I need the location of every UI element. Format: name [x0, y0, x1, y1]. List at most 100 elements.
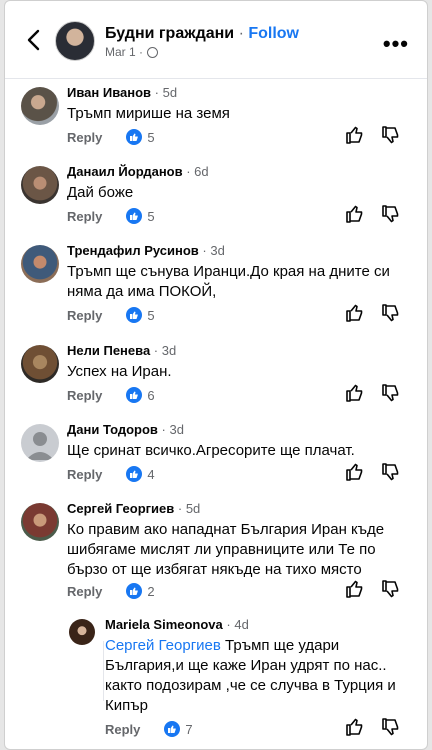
- comment-body: Иван Иванов · 5d Тръмп мирише на земя: [67, 85, 413, 124]
- reply-button[interactable]: Reply: [67, 308, 102, 323]
- reaction-count[interactable]: 2: [126, 583, 155, 599]
- like-icon: [126, 466, 143, 482]
- thumbs-down-icon[interactable]: [381, 383, 401, 403]
- like-icon: [126, 129, 143, 145]
- comment: Трендафил Русинов · 3d Тръмп ще сънува И…: [5, 243, 427, 335]
- comment-time[interactable]: · 5d: [174, 501, 200, 516]
- avatar[interactable]: [21, 166, 59, 204]
- comment-text: Сергей Георгиев Тръмп ще удари България,…: [105, 636, 413, 716]
- user-silhouette-icon: [26, 432, 54, 460]
- reply-button[interactable]: Reply: [67, 467, 102, 482]
- comment-body: Нели Пенева · 3d Успех на Иран.: [67, 343, 413, 382]
- comment-text: Ко правим ако нападнат България Иран къд…: [67, 521, 385, 578]
- avatar[interactable]: [69, 619, 95, 645]
- comment-text: Тръмп ще сънува Иранци.До края на дните …: [67, 263, 390, 300]
- thumbs-down-icon[interactable]: [381, 204, 401, 224]
- post-comments-screen: Будни граждани · Follow Mar 1 · ••• Иван…: [4, 0, 428, 750]
- comment-actions: Reply 2: [67, 579, 413, 601]
- comment-actions: Reply 4: [67, 462, 413, 484]
- comment-author[interactable]: Сергей Георгиев: [67, 501, 174, 516]
- reaction-count[interactable]: 5: [126, 307, 155, 323]
- like-icon: [164, 721, 181, 737]
- comment: Данаил Йорданов · 6d Дай боже Reply 5: [5, 164, 427, 234]
- back-button[interactable]: [23, 27, 47, 53]
- comment-time[interactable]: · 3d: [150, 343, 176, 358]
- thumbs-down-icon[interactable]: [381, 579, 401, 599]
- comment: Нели Пенева · 3d Успех на Иран. Reply 6: [5, 343, 427, 413]
- comment-author[interactable]: Иван Иванов: [67, 85, 151, 100]
- avatar[interactable]: [21, 245, 59, 283]
- comment-text: Ще сринат всичко.Агресорите ще плачат.: [67, 442, 355, 459]
- thumbs-down-icon[interactable]: [381, 125, 401, 145]
- reply-button[interactable]: Reply: [67, 584, 102, 599]
- like-count: 7: [185, 721, 193, 737]
- thumbs-down-icon[interactable]: [381, 717, 401, 737]
- thumbs-down-icon[interactable]: [381, 462, 401, 482]
- thumbs-up-icon[interactable]: [345, 579, 365, 599]
- comment-time[interactable]: · 3d: [158, 422, 184, 437]
- avatar[interactable]: [21, 503, 59, 541]
- post-meta: Mar 1 ·: [105, 45, 159, 59]
- comment-text: Тръмп мирише на земя: [67, 105, 230, 122]
- thumbs-up-icon[interactable]: [345, 303, 365, 323]
- comment-body: Дани Тодоров · 3d Ще сринат всичко.Агрес…: [67, 422, 413, 461]
- comment: Дани Тодоров · 3d Ще сринат всичко.Агрес…: [5, 422, 427, 492]
- comment-actions: Reply 5: [67, 125, 413, 147]
- comment-author[interactable]: Mariela Simeonova: [105, 617, 223, 632]
- more-options-button[interactable]: •••: [383, 31, 409, 57]
- title-separator: ·: [234, 25, 249, 42]
- comment-time[interactable]: · 6d: [183, 164, 208, 179]
- like-count: 4: [147, 466, 155, 482]
- reply-button[interactable]: Reply: [105, 722, 140, 737]
- like-icon: [126, 387, 143, 403]
- like-icon: [126, 208, 143, 224]
- comment: Иван Иванов · 5d Тръмп мирише на земя Re…: [5, 85, 427, 155]
- reaction-count[interactable]: 5: [126, 129, 155, 145]
- post-header: Будни граждани · Follow Mar 1 · •••: [5, 1, 427, 79]
- like-icon: [126, 583, 143, 599]
- follow-button[interactable]: Follow: [248, 25, 299, 42]
- comment-actions: Reply 5: [67, 204, 413, 226]
- default-avatar[interactable]: [21, 424, 59, 462]
- comment-time[interactable]: · 4d: [223, 617, 248, 632]
- reply-comment: Mariela Simeonova · 4d Сергей Георгиев Т…: [5, 617, 427, 747]
- like-count: 6: [147, 387, 155, 403]
- thumbs-up-icon[interactable]: [345, 717, 365, 737]
- reaction-count[interactable]: 6: [126, 387, 155, 403]
- comment-body: Сергей Георгиев · 5d Ко правим ако напад…: [67, 501, 413, 580]
- post-date[interactable]: Mar 1 ·: [105, 45, 143, 59]
- thumbs-up-icon[interactable]: [345, 204, 365, 224]
- comment-author[interactable]: Нели Пенева: [67, 343, 150, 358]
- reply-button[interactable]: Reply: [67, 388, 102, 403]
- comment-text: Успех на Иран.: [67, 363, 172, 380]
- comment-time[interactable]: · 5d: [151, 85, 177, 100]
- like-icon: [126, 307, 143, 323]
- comment-body: Трендафил Русинов · 3d Тръмп ще сънува И…: [67, 243, 413, 302]
- like-count: 2: [147, 583, 155, 599]
- comment: Сергей Георгиев · 5d Ко правим ако напад…: [5, 501, 427, 609]
- mention-link[interactable]: Сергей Георгиев: [105, 637, 221, 654]
- globe-icon: [147, 46, 159, 58]
- page-title-line: Будни граждани · Follow: [105, 25, 299, 43]
- thumbs-up-icon[interactable]: [345, 383, 365, 403]
- reply-button[interactable]: Reply: [67, 130, 102, 145]
- avatar[interactable]: [21, 345, 59, 383]
- reply-button[interactable]: Reply: [67, 209, 102, 224]
- page-avatar[interactable]: [55, 21, 95, 61]
- comment-author[interactable]: Трендафил Русинов: [67, 243, 199, 258]
- comment-body: Mariela Simeonova · 4d Сергей Георгиев Т…: [105, 617, 413, 716]
- thumbs-up-icon[interactable]: [345, 462, 365, 482]
- like-count: 5: [147, 208, 155, 224]
- comment-author[interactable]: Данаил Йорданов: [67, 164, 183, 179]
- thumbs-up-icon[interactable]: [345, 125, 365, 145]
- like-count: 5: [147, 129, 155, 145]
- comment-author[interactable]: Дани Тодоров: [67, 422, 158, 437]
- avatar[interactable]: [21, 87, 59, 125]
- reaction-count[interactable]: 7: [164, 721, 193, 737]
- page-name[interactable]: Будни граждани: [105, 25, 234, 42]
- reaction-count[interactable]: 4: [126, 466, 155, 482]
- comment-body: Данаил Йорданов · 6d Дай боже: [67, 164, 413, 203]
- thumbs-down-icon[interactable]: [381, 303, 401, 323]
- comment-time[interactable]: · 3d: [199, 243, 224, 258]
- reaction-count[interactable]: 5: [126, 208, 155, 224]
